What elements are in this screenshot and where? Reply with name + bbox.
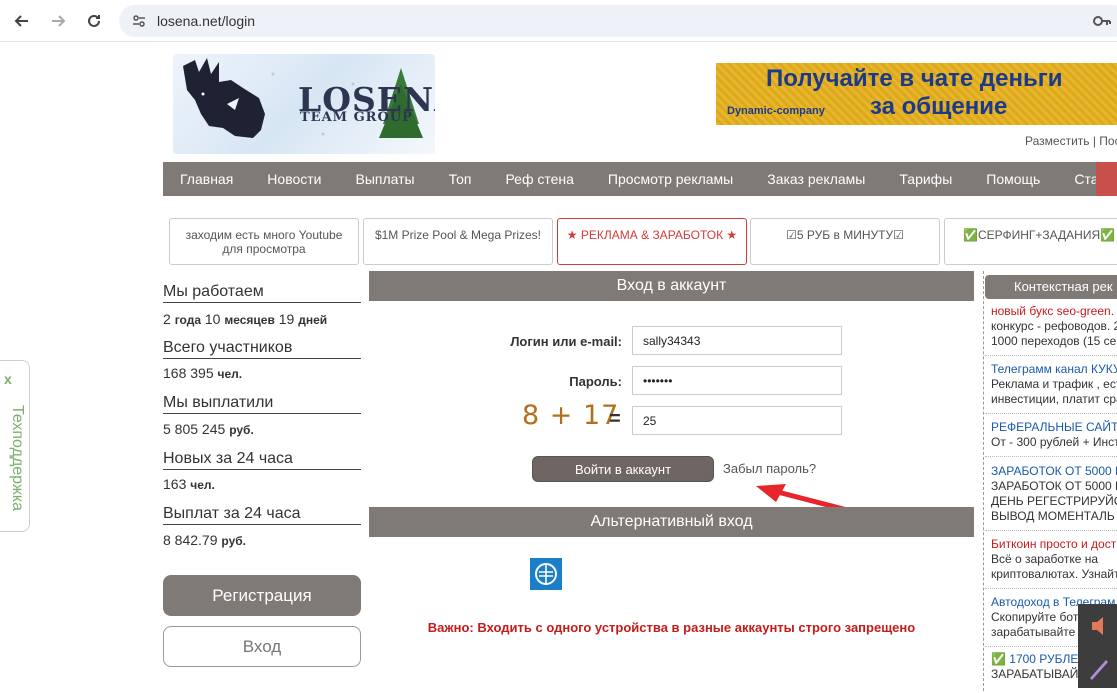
menu-item[interactable]: Топ <box>432 162 489 196</box>
brush-icon <box>1090 660 1108 680</box>
stat-new24-label: Новых за 24 часа <box>163 450 361 470</box>
arrow-left-icon <box>14 15 28 27</box>
stat-payouts24-label: Выплат за 24 часа <box>163 505 361 525</box>
submit-login-button[interactable]: Войти в аккаунт <box>532 456 714 482</box>
banner-company: Dynamic-company <box>727 105 825 117</box>
ad-divider <box>985 413 1117 414</box>
banner-links[interactable]: Разместить | Пос <box>1025 134 1117 148</box>
site-settings-icon[interactable] <box>131 13 147 29</box>
ad-tab-text: заходим есть много Youtube <box>185 227 343 242</box>
menu-item[interactable]: Заказ рекламы <box>750 162 882 196</box>
url-text[interactable]: losena.net/login <box>157 13 255 29</box>
browser-toolbar: losena.net/login <box>0 0 1117 42</box>
ad-tab-5rub[interactable]: ☑5 РУБ в МИНУТУ☑ <box>750 218 940 265</box>
webmoney-login-button[interactable] <box>530 558 562 590</box>
ad-banner[interactable]: Получайте в чате деньги за общение Dynam… <box>716 63 1117 125</box>
reload-icon <box>88 14 100 27</box>
password-label: Пароль: <box>569 374 622 389</box>
forward-button[interactable] <box>45 8 71 34</box>
ad-tab-text: $1M Prize Pool & Mega Prizes! <box>374 228 542 242</box>
ad-tab-text: ☑5 РУБ в МИНУТУ☑ <box>786 228 904 242</box>
menu-item[interactable]: Просмотр рекламы <box>591 162 750 196</box>
context-ad[interactable]: ЗАРАБОТОК ОТ 5000 Р ЗАРАБОТОК ОТ 5000 Р … <box>991 464 1117 524</box>
context-ad[interactable]: РЕФЕРАЛЬНЫЕ САЙТ От - 300 рублей + Инст <box>991 420 1117 450</box>
address-bar[interactable]: losena.net/login <box>119 5 1117 37</box>
ad-tab-text: для просмотра <box>222 241 306 256</box>
ad-tab-prize-pool[interactable]: $1M Prize Pool & Mega Prizes! <box>363 218 553 265</box>
warning-message: Важно: Входить с одного устройства в раз… <box>427 620 916 635</box>
login-input[interactable] <box>632 326 842 355</box>
stat-paid-value: 5 805 245 руб. <box>163 421 254 437</box>
banner-headline: Получайте в чате деньги <box>766 65 1063 92</box>
stat-payouts24-value: 8 842.79 руб. <box>163 532 246 548</box>
speaker-icon <box>1092 617 1103 635</box>
brush-tool-button[interactable] <box>1078 648 1117 688</box>
back-button[interactable] <box>9 8 35 34</box>
key-icon[interactable] <box>1093 14 1111 28</box>
stat-working-label: Мы работаем <box>163 283 361 303</box>
menu-item[interactable]: Главная <box>163 162 250 196</box>
stat-members-value: 168 395 чел. <box>163 365 243 381</box>
ad-tab-youtube[interactable]: заходим есть много Youtube для просмотра <box>169 218 359 265</box>
ad-divider <box>985 355 1117 356</box>
login-title: Вход в аккаунт <box>369 271 974 301</box>
site-logo[interactable]: LOSENA TEAM GROUP <box>173 54 435 154</box>
captcha-image: 8 + 17 <box>522 400 620 431</box>
stat-paid-label: Мы выплатили <box>163 394 361 414</box>
ad-tab-surfing[interactable]: ✅СЕРФИНГ+ЗАДАНИЯ✅ <box>944 218 1117 265</box>
arrow-right-icon <box>52 15 66 27</box>
ad-tab-text: ★ РЕКЛАМА & ЗАРАБОТОК ★ <box>566 228 738 242</box>
stat-new24-value: 163 чел. <box>163 476 215 492</box>
context-ad[interactable]: Телеграмм канал КУКУ Реклама и трафик , … <box>991 362 1117 407</box>
captcha-input[interactable] <box>632 406 842 435</box>
webmoney-icon <box>535 563 557 585</box>
menu-item[interactable]: Помощь <box>969 162 1057 196</box>
menu-item[interactable]: Тарифы <box>882 162 969 196</box>
ad-divider <box>985 456 1117 457</box>
logo-subtitle: TEAM GROUP <box>300 110 413 125</box>
forgot-password-link[interactable]: Забыл пароль? <box>723 461 816 476</box>
menu-item[interactable]: Реф стена <box>488 162 590 196</box>
context-ads-title: Контекстная рек <box>985 275 1117 299</box>
context-ad[interactable]: новый букс seo-green. конкурс - рефоводо… <box>991 304 1117 349</box>
ad-divider <box>985 530 1117 531</box>
support-label: Техподдержка <box>9 404 26 512</box>
ad-tab-text: ✅СЕРФИНГ+ЗАДАНИЯ✅ <box>963 228 1116 242</box>
ad-divider <box>985 588 1117 589</box>
login-side-button[interactable]: Вход <box>163 626 361 667</box>
banner-headline-2: за общение <box>870 93 1008 120</box>
support-tab[interactable]: x Техподдержка <box>0 360 30 532</box>
sound-toggle-button[interactable] <box>1078 604 1117 648</box>
context-ad[interactable]: Биткоин просто и дост Всё о заработке на… <box>991 537 1117 582</box>
stat-working-value: 2 года 10 месяцев 19 дней <box>163 311 328 327</box>
menu-item[interactable]: Новости <box>250 162 338 196</box>
stat-members-label: Всего участников <box>163 339 361 359</box>
main-menu: Главная Новости Выплаты Топ Реф стена Просмот… <box>163 162 1117 196</box>
reload-button[interactable] <box>81 8 107 34</box>
menu-item[interactable]: Выплаты <box>339 162 432 196</box>
register-button[interactable]: Регистрация <box>163 575 361 616</box>
alt-login-title: Альтернативный вход <box>369 507 974 537</box>
captcha-equals: = <box>609 408 621 430</box>
password-input[interactable] <box>632 366 842 395</box>
menu-item-extra[interactable] <box>1096 162 1117 196</box>
ad-tab-reklama[interactable]: ★ РЕКЛАМА & ЗАРАБОТОК ★ <box>557 218 747 265</box>
login-label: Логин или e-mail: <box>510 334 622 349</box>
